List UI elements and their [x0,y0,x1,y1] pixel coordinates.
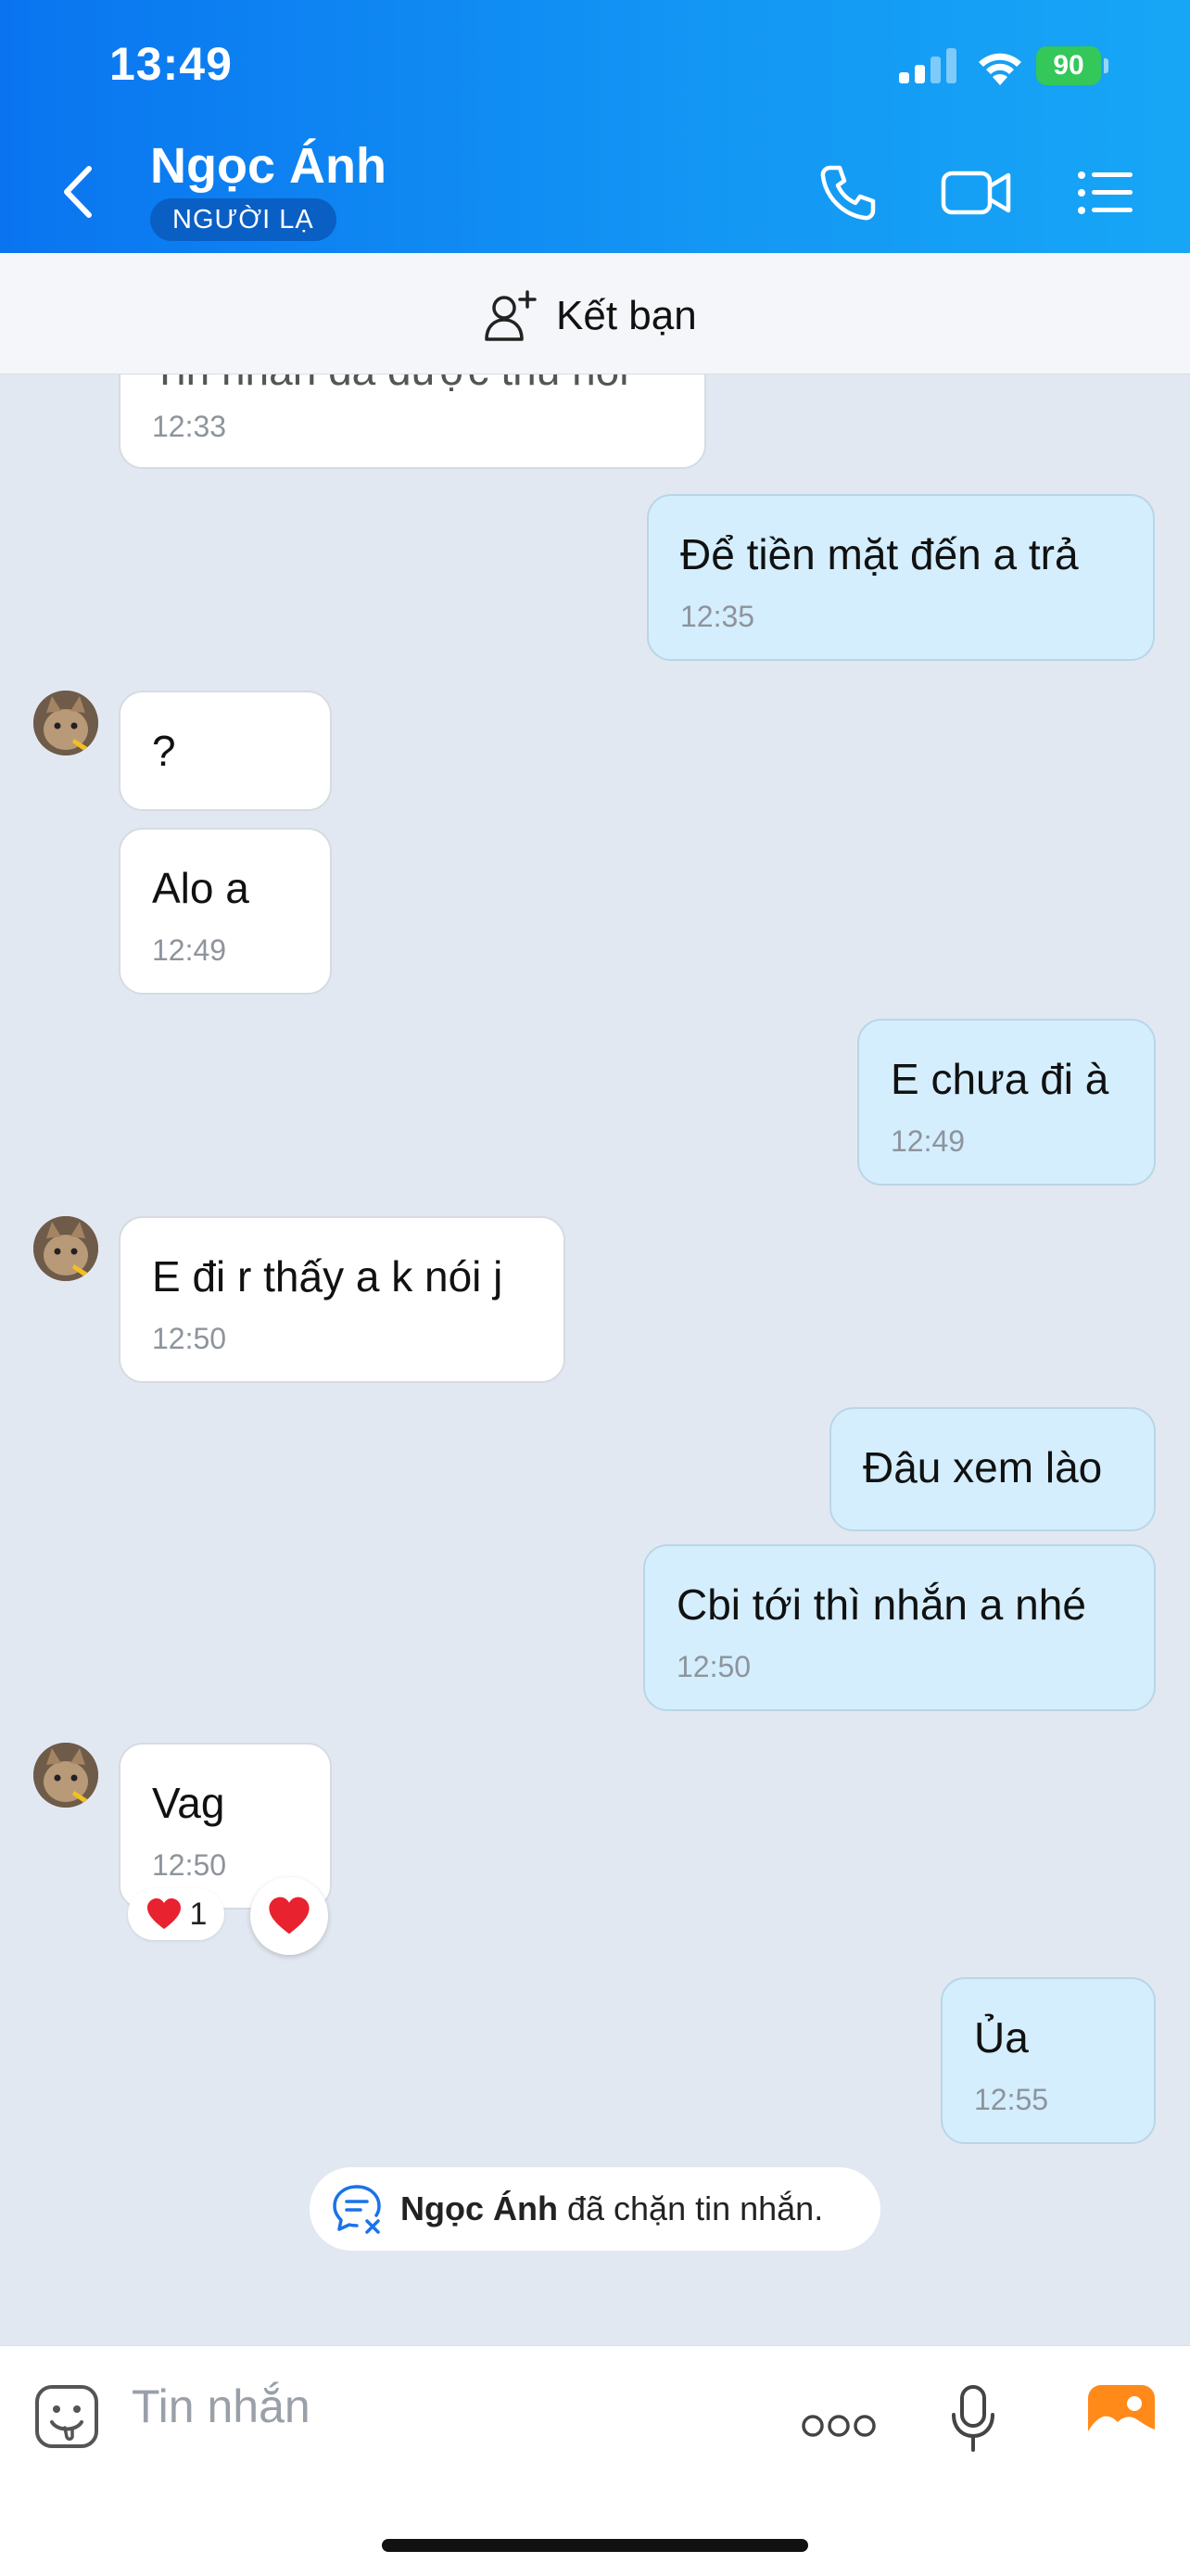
message-input[interactable]: Tin nhắn [132,2379,310,2433]
contact-avatar[interactable] [33,1216,98,1281]
react-button[interactable] [250,1877,328,1955]
message-time: 12:33 [152,410,227,443]
message-time: 12:49 [152,933,227,967]
message-bubble-outgoing[interactable]: Ủa 12:55 [941,1977,1156,2144]
block-notice: Ngọc Ánh đã chặn tin nhắn. [310,2167,880,2251]
message-text: Vag [152,1779,225,1827]
home-indicator [382,2539,808,2552]
cellular-signal-icon [899,48,956,83]
message-text: ? [152,727,176,775]
message-text: E chưa đi à [891,1055,1109,1103]
battery-level: 90 [1036,46,1101,85]
message-list: Tin nhắn đã được thu hồi 12:33 Để tiền m… [0,374,1190,2345]
message-time: 12:50 [152,1322,227,1355]
reaction-count: 1 [189,1896,208,1932]
message-input-bar: Tin nhắn [0,2345,1190,2576]
message-bubble-incoming[interactable]: ? [119,691,332,811]
chat-header: 13:49 90 Ngọc Ánh NGƯỜI LẠ [0,0,1190,253]
cat-avatar-image [33,1216,98,1281]
phone-call-icon[interactable] [817,162,879,223]
add-friend-bar[interactable]: Kết bạn [0,253,1190,374]
message-text: Ủa [974,2013,1029,2062]
heart-icon [269,1897,310,1935]
message-text: Cbi tới thì nhắn a nhé [677,1580,1086,1629]
message-time: 12:50 [152,1848,227,1882]
block-notice-text: Ngọc Ánh đã chặn tin nhắn. [400,2189,823,2228]
gallery-image-icon[interactable] [1086,2383,1157,2448]
more-options-icon[interactable] [801,2413,877,2439]
sticker-emoji-icon[interactable] [33,2383,100,2450]
message-bubble-outgoing[interactable]: Để tiền mặt đến a trả 12:35 [647,494,1155,661]
message-time: 12:50 [677,1650,752,1683]
message-time: 12:35 [680,600,755,633]
message-bubble-outgoing[interactable]: Đâu xem lào [829,1407,1156,1531]
add-friend-label: Kết bạn [556,293,697,338]
video-call-icon[interactable] [940,162,1014,223]
wifi-icon [979,53,1021,85]
contact-avatar[interactable] [33,1743,98,1808]
stranger-badge: NGƯỜI LẠ [150,198,336,241]
cat-avatar-image [33,691,98,755]
message-text: Đâu xem lào [863,1443,1103,1491]
contact-name[interactable]: Ngọc Ánh [150,137,386,195]
message-bubble-incoming[interactable]: E đi r thấy a k nói j 12:50 [119,1216,565,1383]
message-time: 12:55 [974,2083,1049,2116]
microphone-icon[interactable] [949,2383,997,2454]
reaction-summary[interactable]: 1 [128,1888,224,1940]
message-text: Tin nhắn đã được thu hồi [152,374,628,395]
message-text: E đi r thấy a k nói j [152,1252,503,1301]
add-friend-icon [485,290,537,341]
contact-avatar[interactable] [33,691,98,755]
blocked-message-icon [333,2185,381,2234]
menu-list-icon[interactable] [1075,162,1136,223]
block-notice-message: đã chặn tin nhắn. [557,2189,824,2227]
message-bubble-incoming[interactable]: Alo a 12:49 [119,828,332,995]
status-time: 13:49 [109,38,233,90]
battery-indicator: 90 [1036,46,1108,85]
message-text: Alo a [152,864,249,912]
message-bubble-incoming[interactable]: Tin nhắn đã được thu hồi 12:33 [119,374,706,469]
message-bubble-outgoing[interactable]: Cbi tới thì nhắn a nhé 12:50 [643,1544,1156,1711]
back-icon[interactable] [56,159,102,224]
message-text: Để tiền mặt đến a trả [680,530,1079,578]
message-bubble-outgoing[interactable]: E chưa đi à 12:49 [857,1019,1156,1186]
heart-icon [146,1898,181,1929]
message-time: 12:49 [891,1124,966,1158]
cat-avatar-image [33,1743,98,1808]
block-notice-name: Ngọc Ánh [400,2189,558,2227]
